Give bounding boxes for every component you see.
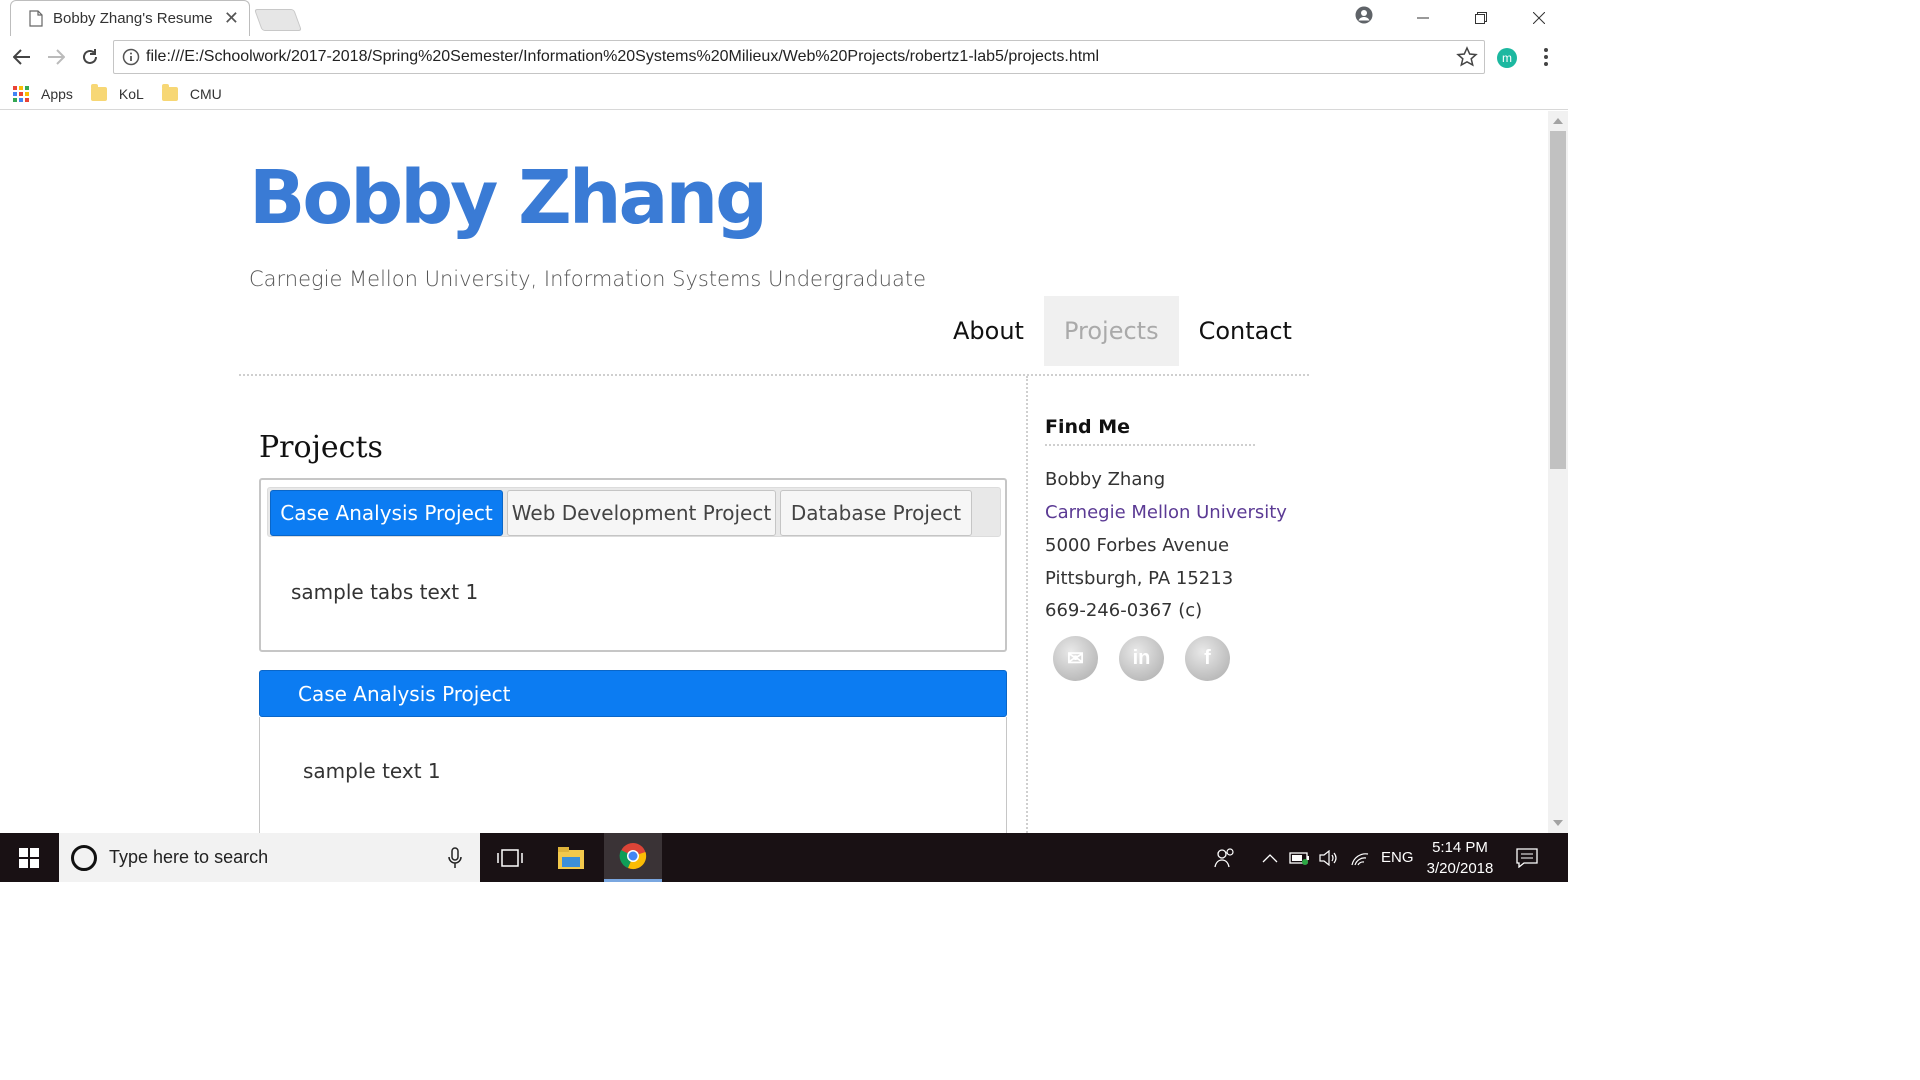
chrome-icon — [619, 843, 647, 870]
school-link[interactable]: Carnegie Mellon University — [1045, 502, 1287, 523]
scroll-down-arrow-icon[interactable] — [1553, 820, 1563, 826]
tab-strip: Bobby Zhang's Resume ✕ — [0, 0, 1568, 36]
file-explorer-button[interactable] — [542, 833, 600, 882]
linkedin-icon[interactable]: in — [1119, 636, 1164, 681]
back-button[interactable] — [9, 44, 35, 70]
scroll-up-arrow-icon[interactable] — [1553, 118, 1563, 124]
clock-time: 5:14 PM — [1432, 839, 1488, 856]
task-view-button[interactable] — [481, 833, 539, 882]
taskbar-clock[interactable]: 5:14 PM 3/20/2018 — [1418, 837, 1502, 879]
profile-icon[interactable] — [1355, 6, 1373, 24]
contact-name: Bobby Zhang — [1045, 469, 1166, 490]
action-center-button[interactable] — [1516, 833, 1538, 882]
tabs-bar: Case Analysis Project Web Development Pr… — [267, 487, 1001, 537]
bookmarks-bar: Apps KoL CMU — [0, 78, 1568, 110]
nav-about[interactable]: About — [933, 296, 1044, 366]
file-explorer-icon — [558, 846, 584, 869]
tab-database[interactable]: Database Project — [780, 490, 972, 536]
bookmark-star-icon[interactable] — [1456, 46, 1478, 68]
wifi-glyph-icon — [1351, 852, 1369, 865]
accordion-content: sample text 1 — [303, 759, 441, 783]
info-icon[interactable] — [122, 48, 140, 66]
section-title: Projects — [259, 430, 383, 465]
battery-glyph-icon — [1289, 851, 1309, 865]
notification-icon — [1516, 847, 1538, 868]
contact-street: 5000 Forbes Avenue — [1045, 535, 1230, 556]
scrollbar-thumb[interactable] — [1550, 131, 1566, 469]
chrome-button[interactable] — [604, 833, 662, 882]
tabs-widget: Case Analysis Project Web Development Pr… — [259, 478, 1007, 652]
accordion-panel: sample text 1 — [259, 717, 1007, 833]
address-bar[interactable]: file:///E:/Schoolwork/2017-2018/Spring%2… — [113, 40, 1485, 74]
bookmark-label: CMU — [189, 85, 222, 102]
window-controls — [1394, 0, 1568, 36]
restore-button[interactable] — [1452, 0, 1510, 36]
tab-web-development[interactable]: Web Development Project — [507, 490, 776, 536]
close-window-button[interactable] — [1510, 0, 1568, 36]
speaker-icon — [1319, 849, 1337, 866]
task-view-icon — [497, 848, 523, 867]
tab-close-icon[interactable]: ✕ — [224, 8, 239, 29]
tab-case-analysis[interactable]: Case Analysis Project — [270, 490, 503, 536]
page-viewport: Bobby Zhang Carnegie Mellon University, … — [0, 111, 1548, 833]
nav-contact[interactable]: Contact — [1179, 296, 1312, 366]
show-hidden-icons-button[interactable] — [1262, 833, 1278, 882]
bookmark-kol[interactable]: KoL — [90, 83, 144, 102]
minimize-icon — [1417, 17, 1429, 19]
language-indicator[interactable]: ENG — [1381, 833, 1414, 882]
page-icon — [29, 10, 43, 27]
contact-phone: 669-246-0367 (c) — [1045, 600, 1203, 621]
site-title: Bobby Zhang — [249, 155, 768, 241]
menu-dots-icon[interactable] — [1538, 46, 1554, 68]
folder-icon — [90, 83, 107, 101]
page-scrollbar[interactable] — [1548, 111, 1568, 833]
email-icon[interactable]: ✉ — [1053, 636, 1098, 681]
windows-logo-icon — [19, 847, 39, 868]
cortana-icon — [71, 844, 97, 871]
restore-icon — [1475, 12, 1487, 24]
taskbar: Type here to search ENG 5:14 PM 3/20/201… — [0, 833, 1568, 882]
people-icon[interactable] — [1214, 833, 1236, 882]
accordion-header[interactable]: Case Analysis Project — [259, 670, 1007, 717]
microphone-icon[interactable] — [448, 846, 462, 869]
browser-toolbar: file:///E:/Schoolwork/2017-2018/Spring%2… — [0, 36, 1568, 78]
column-divider — [1026, 376, 1028, 833]
bookmark-apps[interactable]: Apps — [13, 85, 73, 102]
chevron-up-icon — [1262, 853, 1278, 862]
clock-date: 3/20/2018 — [1426, 860, 1494, 877]
header-divider — [239, 374, 1309, 376]
bookmark-label: Apps — [41, 85, 73, 102]
folder-icon — [161, 83, 178, 101]
findme-divider — [1045, 444, 1255, 446]
taskbar-search[interactable]: Type here to search — [59, 833, 480, 882]
site-subtitle: Carnegie Mellon University, Information … — [249, 267, 927, 291]
back-arrow-icon — [13, 49, 30, 65]
reload-icon — [83, 49, 97, 64]
tab-title: Bobby Zhang's Resume — [53, 10, 213, 27]
bookmark-label: KoL — [118, 85, 144, 102]
contact-city: Pittsburgh, PA 15213 — [1045, 568, 1234, 589]
extension-icon[interactable]: m — [1497, 48, 1517, 68]
url-text[interactable]: file:///E:/Schoolwork/2017-2018/Spring%2… — [146, 48, 1456, 66]
forward-arrow-icon — [48, 49, 65, 65]
new-tab-button[interactable] — [253, 9, 303, 31]
people-glyph-icon — [1214, 847, 1234, 867]
apps-grid-icon — [13, 85, 29, 102]
facebook-icon[interactable]: f — [1185, 636, 1230, 681]
battery-icon[interactable] — [1289, 833, 1311, 882]
nav-projects[interactable]: Projects — [1043, 296, 1179, 366]
bookmark-cmu[interactable]: CMU — [161, 83, 222, 102]
start-button[interactable] — [0, 833, 58, 882]
tab-panel-content: sample tabs text 1 — [291, 580, 479, 604]
volume-icon[interactable] — [1319, 833, 1339, 882]
findme-title: Find Me — [1045, 416, 1131, 438]
browser-tab[interactable]: Bobby Zhang's Resume ✕ — [10, 0, 250, 36]
close-icon — [1533, 12, 1545, 24]
site-nav: About Projects Contact — [933, 296, 1312, 366]
reload-button[interactable] — [77, 44, 103, 70]
forward-button[interactable] — [43, 44, 69, 70]
search-placeholder: Type here to search — [109, 847, 269, 867]
minimize-button[interactable] — [1394, 0, 1452, 36]
wifi-icon[interactable] — [1350, 833, 1370, 882]
